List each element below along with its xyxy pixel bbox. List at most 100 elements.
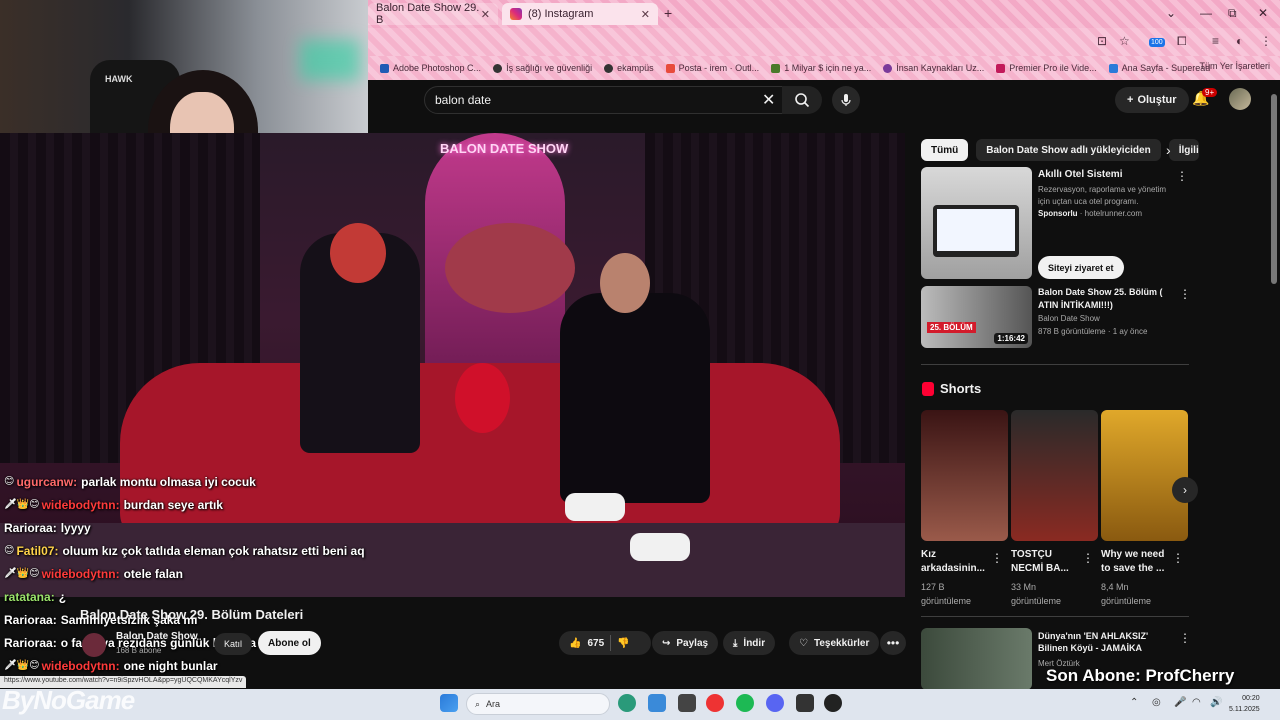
account-avatar[interactable] bbox=[1229, 88, 1251, 110]
chip-uploader[interactable]: Balon Date Show adlı yükleyiciden bbox=[976, 139, 1161, 161]
bynogame-watermark: ByNoGame bbox=[2, 685, 135, 715]
rec-menu-icon[interactable]: ⋮ bbox=[1179, 631, 1191, 645]
rec-channel[interactable]: Balon Date Show bbox=[1038, 314, 1100, 323]
teddy-bear bbox=[445, 223, 575, 313]
file-explorer-icon[interactable] bbox=[648, 694, 666, 712]
ad-thumbnail[interactable] bbox=[921, 167, 1032, 279]
tab-balon-date[interactable]: Balon Date Show 29. B ✕ bbox=[368, 2, 498, 26]
globe-icon bbox=[493, 63, 503, 73]
site-icon bbox=[883, 63, 893, 73]
channel-name[interactable]: Balon Date Show bbox=[116, 631, 198, 642]
rec-title[interactable]: Balon Date Show 25. Bölüm ( ATIN İNTİKAM… bbox=[1038, 286, 1178, 312]
short-title[interactable]: Kız arkadasinin... bbox=[921, 548, 991, 576]
microphone-icon[interactable]: 🎤 bbox=[1174, 697, 1186, 708]
join-button[interactable]: Katıl bbox=[214, 633, 253, 655]
wifi-icon[interactable]: ◠ bbox=[1192, 697, 1201, 708]
more-actions-button[interactable]: ••• bbox=[880, 631, 906, 655]
search-input[interactable]: balon date bbox=[424, 86, 788, 114]
menu-icon[interactable]: ⋮ bbox=[1260, 34, 1272, 48]
episode-tag: 25. BÖLÜM bbox=[927, 322, 976, 333]
edge-icon[interactable] bbox=[618, 694, 636, 712]
close-tab-icon[interactable]: ✕ bbox=[641, 8, 650, 21]
create-button[interactable]: + Oluştur bbox=[1115, 87, 1189, 113]
short-menu-icon[interactable]: ⋮ bbox=[1082, 551, 1094, 565]
channel-avatar[interactable] bbox=[82, 633, 106, 657]
taskbar-search[interactable]: ⌕ Ara bbox=[466, 693, 610, 715]
bookmark-label: İş sağlığı ve güvenliği bbox=[506, 63, 593, 73]
clear-search-icon[interactable]: ✕ bbox=[762, 90, 775, 110]
store-icon[interactable] bbox=[678, 694, 696, 712]
voice-search-button[interactable] bbox=[832, 86, 860, 114]
bookmark-item[interactable]: ekampüs bbox=[604, 63, 654, 73]
chat-badges-icon: 🗡👑😊 bbox=[4, 660, 40, 671]
close-tab-icon[interactable]: ✕ bbox=[481, 8, 490, 21]
shorts-logo-icon bbox=[922, 381, 934, 396]
bookmark-star-icon[interactable]: ☆ bbox=[1119, 34, 1130, 48]
short-title[interactable]: TOSTÇU NECMİ BA... bbox=[1011, 548, 1081, 576]
like-button[interactable]: 👍 675 bbox=[569, 638, 604, 649]
spotify-icon[interactable] bbox=[736, 694, 754, 712]
page-scrollbar[interactable] bbox=[1271, 94, 1277, 284]
rec-thumbnail[interactable] bbox=[921, 628, 1032, 690]
chat-username: Rarioraa: bbox=[4, 520, 57, 535]
bookmark-item[interactable]: İnsan Kaynakları Uz... bbox=[883, 63, 984, 73]
tab-instagram[interactable]: (8) Instagram ✕ bbox=[502, 3, 658, 25]
neon-sign: BALON DATE SHOW bbox=[440, 141, 569, 156]
bookmark-item[interactable]: İş sağlığı ve güvenliği bbox=[493, 63, 592, 73]
short-thumbnail[interactable] bbox=[1011, 410, 1098, 541]
system-clock[interactable]: 00:20 5.11.2025 bbox=[1229, 693, 1260, 715]
close-window-button[interactable]: ✕ bbox=[1258, 6, 1268, 20]
short-views: 8,4 Mn görüntüleme bbox=[1101, 582, 1152, 606]
share-button[interactable]: ↪ Paylaş bbox=[652, 631, 719, 655]
chip-related[interactable]: İlgili bbox=[1168, 139, 1199, 161]
extension-badge[interactable]: 100 bbox=[1149, 38, 1165, 47]
start-menu-icon[interactable] bbox=[440, 694, 458, 712]
short-thumbnail[interactable] bbox=[1101, 410, 1188, 541]
extensions-icon[interactable]: ⧠ bbox=[1177, 34, 1187, 49]
rec-menu-icon[interactable]: ⋮ bbox=[1179, 287, 1191, 301]
bookmark-item[interactable]: Premier Pro ile Vide... bbox=[996, 63, 1097, 73]
chrome-icon[interactable] bbox=[706, 694, 724, 712]
bookmark-item[interactable]: Posta - irem · Outl... bbox=[665, 63, 759, 73]
bookmark-item[interactable]: 1 Milyar $ için ne ya... bbox=[771, 63, 871, 73]
rec-title[interactable]: Dünya'nın 'EN AHLAKSIZ' Bilinen Köyü - J… bbox=[1038, 630, 1178, 654]
all-bookmarks[interactable]: Tüm Yer İşaretleri bbox=[1199, 61, 1270, 71]
chip-all[interactable]: Tümü bbox=[921, 139, 969, 161]
download-button[interactable]: ⤓ İndir bbox=[723, 631, 776, 655]
clock-date: 5.11.2025 bbox=[1229, 706, 1260, 713]
bookmark-item[interactable]: Ana Sayfa - Superead bbox=[1108, 63, 1210, 73]
tray-chevron-icon[interactable]: ⌃ bbox=[1130, 697, 1138, 708]
shorts-next-button[interactable]: › bbox=[1172, 477, 1198, 503]
minimize-button[interactable]: — bbox=[1200, 6, 1212, 20]
tab-search-icon[interactable]: ⌄ bbox=[1166, 6, 1176, 20]
short-thumbnail[interactable] bbox=[921, 410, 1008, 541]
short-menu-icon[interactable]: ⋮ bbox=[1172, 551, 1184, 565]
ad-title[interactable]: Akıllı Otel Sistemi bbox=[1038, 169, 1122, 180]
heart-dollar-icon: ♡ bbox=[799, 637, 808, 649]
chat-username: Rarioraa: bbox=[4, 612, 57, 627]
search-button[interactable] bbox=[782, 86, 822, 114]
discord-icon[interactable] bbox=[766, 694, 784, 712]
app-icon[interactable] bbox=[824, 694, 842, 712]
new-tab-button[interactable]: + bbox=[664, 5, 672, 21]
short-menu-icon[interactable]: ⋮ bbox=[991, 551, 1003, 565]
thumbs-down-icon[interactable]: 👎 bbox=[617, 638, 629, 649]
maximize-button[interactable]: ⧉ bbox=[1228, 6, 1237, 21]
chat-message: 🗡👑😊 widebodytnn: burdan seye artık bbox=[4, 493, 444, 516]
profile-icon[interactable]: ◐ bbox=[1236, 34, 1243, 48]
short-title[interactable]: Why we need to save the ... bbox=[1101, 548, 1171, 576]
tray-app-icon[interactable]: ◎ bbox=[1152, 697, 1161, 708]
volume-icon[interactable]: 🔊 bbox=[1210, 697, 1222, 708]
reading-list-icon[interactable]: ≡ bbox=[1212, 34, 1219, 48]
chat-text: ¿ bbox=[58, 589, 67, 604]
install-app-icon[interactable]: ⊡ bbox=[1097, 34, 1107, 48]
obs-icon[interactable] bbox=[796, 694, 814, 712]
chevron-right-icon[interactable]: › bbox=[1166, 142, 1171, 158]
bookmark-item[interactable]: Adobe Photoshop C... bbox=[380, 63, 481, 73]
thanks-button[interactable]: ♡ Teşekkürler bbox=[789, 631, 880, 655]
address-bar[interactable] bbox=[368, 28, 1280, 56]
subscribe-button[interactable]: Abone ol bbox=[258, 631, 321, 655]
ad-menu-icon[interactable]: ⋮ bbox=[1176, 169, 1188, 183]
visit-site-button[interactable]: Siteyi ziyaret et bbox=[1038, 256, 1124, 279]
rec-thumbnail[interactable]: 25. BÖLÜM 1:16:42 bbox=[921, 286, 1032, 348]
